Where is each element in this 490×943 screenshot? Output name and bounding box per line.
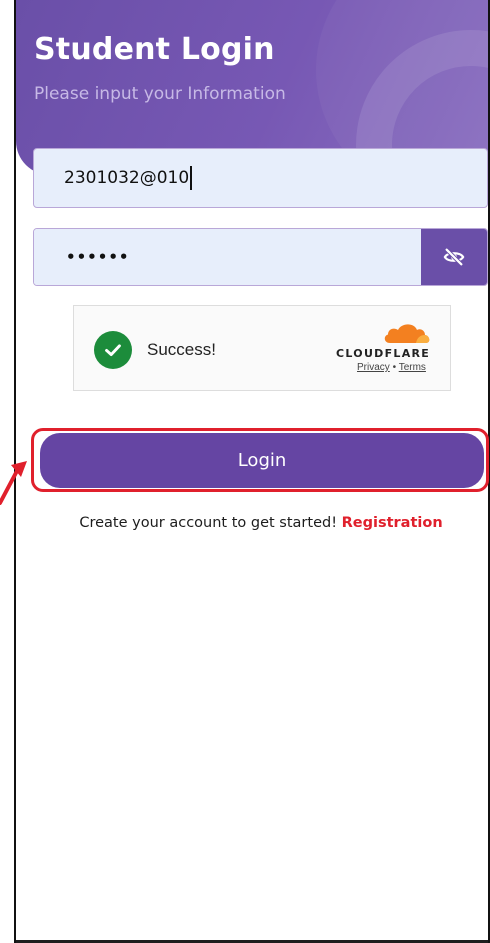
password-input[interactable]: ••••••	[34, 229, 421, 285]
page-subtitle: Please input your Information	[34, 84, 286, 104]
student-id-value: 2301032@010	[64, 168, 190, 188]
red-arrow-icon	[0, 461, 27, 505]
text-cursor	[190, 166, 192, 190]
eye-slash-icon	[443, 248, 465, 266]
cloudflare-turnstile-widget[interactable]: Success! CLOUDFLARE Privacy • Terms	[73, 305, 451, 391]
password-row: ••••••	[33, 228, 488, 286]
captcha-links: Privacy • Terms	[357, 362, 426, 373]
captcha-status: Success!	[147, 340, 216, 359]
page-title: Student Login	[34, 32, 275, 67]
password-masked-value: ••••••	[66, 248, 130, 266]
link-separator: •	[392, 362, 397, 373]
cloudflare-logo-icon	[384, 324, 430, 343]
student-id-input[interactable]: 2301032@010	[33, 148, 488, 208]
registration-prompt: Create your account to get started!	[79, 515, 338, 531]
login-button[interactable]: Login	[40, 433, 484, 488]
registration-prompt-line: Create your account to get started! Regi…	[0, 515, 490, 531]
privacy-link[interactable]: Privacy	[357, 362, 390, 373]
terms-link[interactable]: Terms	[399, 362, 426, 373]
password-visibility-toggle[interactable]	[421, 229, 487, 285]
checkmark-circle-icon	[94, 331, 132, 369]
registration-link[interactable]: Registration	[342, 515, 443, 531]
cloudflare-wordmark: CLOUDFLARE	[336, 347, 431, 360]
